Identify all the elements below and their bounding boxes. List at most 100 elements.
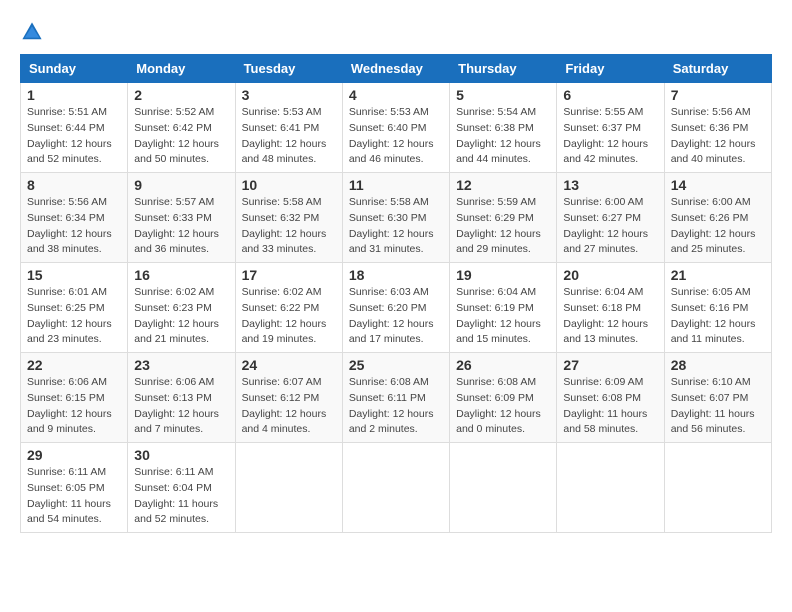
sunrise-text: Sunrise: 6:09 AM bbox=[563, 376, 643, 388]
daylight-label: Daylight: 12 hours and 17 minutes. bbox=[349, 318, 434, 346]
day-number: 6 bbox=[563, 87, 657, 103]
daylight-label: Daylight: 12 hours and 48 minutes. bbox=[242, 138, 327, 166]
days-header-row: SundayMondayTuesdayWednesdayThursdayFrid… bbox=[21, 55, 772, 83]
sunset-text: Sunset: 6:44 PM bbox=[27, 122, 105, 134]
day-cell-21: 21 Sunrise: 6:05 AM Sunset: 6:16 PM Dayl… bbox=[664, 263, 771, 353]
day-header-thursday: Thursday bbox=[450, 55, 557, 83]
sunset-text: Sunset: 6:12 PM bbox=[242, 392, 320, 404]
sunset-text: Sunset: 6:40 PM bbox=[349, 122, 427, 134]
empty-cell bbox=[342, 443, 449, 533]
sunrise-text: Sunrise: 5:57 AM bbox=[134, 196, 214, 208]
sunset-text: Sunset: 6:22 PM bbox=[242, 302, 320, 314]
sunset-text: Sunset: 6:16 PM bbox=[671, 302, 749, 314]
logo bbox=[20, 20, 48, 44]
day-header-sunday: Sunday bbox=[21, 55, 128, 83]
calendar-row-1: 1 Sunrise: 5:51 AM Sunset: 6:44 PM Dayli… bbox=[21, 83, 772, 173]
day-number: 23 bbox=[134, 357, 228, 373]
sunrise-text: Sunrise: 5:53 AM bbox=[242, 106, 322, 118]
day-number: 4 bbox=[349, 87, 443, 103]
sunset-text: Sunset: 6:37 PM bbox=[563, 122, 641, 134]
daylight-label: Daylight: 12 hours and 50 minutes. bbox=[134, 138, 219, 166]
daylight-label: Daylight: 12 hours and 11 minutes. bbox=[671, 318, 756, 346]
daylight-label: Daylight: 12 hours and 13 minutes. bbox=[563, 318, 648, 346]
day-header-monday: Monday bbox=[128, 55, 235, 83]
daylight-label: Daylight: 11 hours and 58 minutes. bbox=[563, 408, 647, 436]
day-cell-12: 12 Sunrise: 5:59 AM Sunset: 6:29 PM Dayl… bbox=[450, 173, 557, 263]
day-number: 13 bbox=[563, 177, 657, 193]
day-cell-20: 20 Sunrise: 6:04 AM Sunset: 6:18 PM Dayl… bbox=[557, 263, 664, 353]
sunrise-text: Sunrise: 6:08 AM bbox=[456, 376, 536, 388]
day-number: 20 bbox=[563, 267, 657, 283]
day-number: 30 bbox=[134, 447, 228, 463]
day-number: 29 bbox=[27, 447, 121, 463]
day-cell-22: 22 Sunrise: 6:06 AM Sunset: 6:15 PM Dayl… bbox=[21, 353, 128, 443]
page-header bbox=[20, 20, 772, 44]
sunset-text: Sunset: 6:25 PM bbox=[27, 302, 105, 314]
sunset-text: Sunset: 6:23 PM bbox=[134, 302, 212, 314]
day-number: 18 bbox=[349, 267, 443, 283]
sunset-text: Sunset: 6:09 PM bbox=[456, 392, 534, 404]
day-cell-4: 4 Sunrise: 5:53 AM Sunset: 6:40 PM Dayli… bbox=[342, 83, 449, 173]
day-number: 8 bbox=[27, 177, 121, 193]
sunrise-text: Sunrise: 6:11 AM bbox=[134, 466, 213, 478]
day-number: 9 bbox=[134, 177, 228, 193]
day-cell-3: 3 Sunrise: 5:53 AM Sunset: 6:41 PM Dayli… bbox=[235, 83, 342, 173]
daylight-label: Daylight: 12 hours and 42 minutes. bbox=[563, 138, 648, 166]
sunset-text: Sunset: 6:20 PM bbox=[349, 302, 427, 314]
day-cell-28: 28 Sunrise: 6:10 AM Sunset: 6:07 PM Dayl… bbox=[664, 353, 771, 443]
daylight-label: Daylight: 12 hours and 4 minutes. bbox=[242, 408, 327, 436]
day-cell-10: 10 Sunrise: 5:58 AM Sunset: 6:32 PM Dayl… bbox=[235, 173, 342, 263]
day-cell-2: 2 Sunrise: 5:52 AM Sunset: 6:42 PM Dayli… bbox=[128, 83, 235, 173]
daylight-label: Daylight: 12 hours and 25 minutes. bbox=[671, 228, 756, 256]
daylight-label: Daylight: 12 hours and 0 minutes. bbox=[456, 408, 541, 436]
sunrise-text: Sunrise: 5:58 AM bbox=[242, 196, 322, 208]
logo-icon bbox=[20, 20, 44, 44]
day-number: 28 bbox=[671, 357, 765, 373]
day-cell-17: 17 Sunrise: 6:02 AM Sunset: 6:22 PM Dayl… bbox=[235, 263, 342, 353]
day-header-friday: Friday bbox=[557, 55, 664, 83]
day-cell-9: 9 Sunrise: 5:57 AM Sunset: 6:33 PM Dayli… bbox=[128, 173, 235, 263]
sunset-text: Sunset: 6:15 PM bbox=[27, 392, 105, 404]
sunrise-text: Sunrise: 6:04 AM bbox=[456, 286, 536, 298]
calendar-table: SundayMondayTuesdayWednesdayThursdayFrid… bbox=[20, 54, 772, 533]
day-cell-24: 24 Sunrise: 6:07 AM Sunset: 6:12 PM Dayl… bbox=[235, 353, 342, 443]
day-number: 1 bbox=[27, 87, 121, 103]
daylight-label: Daylight: 12 hours and 19 minutes. bbox=[242, 318, 327, 346]
sunset-text: Sunset: 6:34 PM bbox=[27, 212, 105, 224]
sunrise-text: Sunrise: 6:11 AM bbox=[27, 466, 106, 478]
day-number: 7 bbox=[671, 87, 765, 103]
sunrise-text: Sunrise: 6:05 AM bbox=[671, 286, 751, 298]
sunrise-text: Sunrise: 6:03 AM bbox=[349, 286, 429, 298]
daylight-label: Daylight: 12 hours and 9 minutes. bbox=[27, 408, 112, 436]
day-number: 17 bbox=[242, 267, 336, 283]
sunrise-text: Sunrise: 6:10 AM bbox=[671, 376, 751, 388]
day-cell-25: 25 Sunrise: 6:08 AM Sunset: 6:11 PM Dayl… bbox=[342, 353, 449, 443]
daylight-label: Daylight: 11 hours and 54 minutes. bbox=[27, 498, 111, 526]
sunrise-text: Sunrise: 5:59 AM bbox=[456, 196, 536, 208]
day-cell-7: 7 Sunrise: 5:56 AM Sunset: 6:36 PM Dayli… bbox=[664, 83, 771, 173]
sunrise-text: Sunrise: 5:54 AM bbox=[456, 106, 536, 118]
day-number: 5 bbox=[456, 87, 550, 103]
sunset-text: Sunset: 6:30 PM bbox=[349, 212, 427, 224]
day-cell-8: 8 Sunrise: 5:56 AM Sunset: 6:34 PM Dayli… bbox=[21, 173, 128, 263]
daylight-label: Daylight: 12 hours and 21 minutes. bbox=[134, 318, 219, 346]
day-cell-30: 30 Sunrise: 6:11 AM Sunset: 6:04 PM Dayl… bbox=[128, 443, 235, 533]
day-number: 21 bbox=[671, 267, 765, 283]
sunrise-text: Sunrise: 6:00 AM bbox=[563, 196, 643, 208]
sunset-text: Sunset: 6:36 PM bbox=[671, 122, 749, 134]
daylight-label: Daylight: 12 hours and 33 minutes. bbox=[242, 228, 327, 256]
sunrise-text: Sunrise: 6:00 AM bbox=[671, 196, 751, 208]
day-header-wednesday: Wednesday bbox=[342, 55, 449, 83]
calendar-row-5: 29 Sunrise: 6:11 AM Sunset: 6:05 PM Dayl… bbox=[21, 443, 772, 533]
day-number: 24 bbox=[242, 357, 336, 373]
sunset-text: Sunset: 6:05 PM bbox=[27, 482, 105, 494]
sunrise-text: Sunrise: 6:07 AM bbox=[242, 376, 322, 388]
sunset-text: Sunset: 6:18 PM bbox=[563, 302, 641, 314]
calendar-row-2: 8 Sunrise: 5:56 AM Sunset: 6:34 PM Dayli… bbox=[21, 173, 772, 263]
day-number: 2 bbox=[134, 87, 228, 103]
sunset-text: Sunset: 6:41 PM bbox=[242, 122, 320, 134]
empty-cell bbox=[450, 443, 557, 533]
day-cell-11: 11 Sunrise: 5:58 AM Sunset: 6:30 PM Dayl… bbox=[342, 173, 449, 263]
day-number: 22 bbox=[27, 357, 121, 373]
empty-cell bbox=[557, 443, 664, 533]
